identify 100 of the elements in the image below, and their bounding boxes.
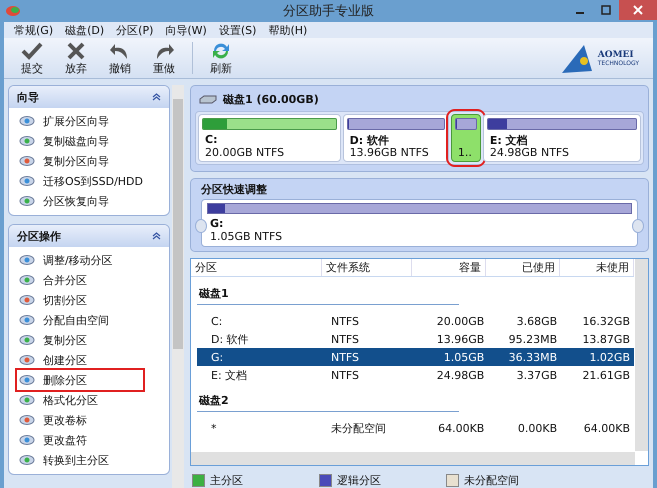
disk-icon bbox=[19, 195, 35, 207]
table-cell-text: 16.32GB bbox=[581, 314, 631, 328]
toolbar-button[interactable]: 撤销 bbox=[98, 40, 142, 76]
column-header[interactable]: 未使用 bbox=[560, 259, 634, 276]
disk-icon bbox=[19, 394, 35, 406]
table-cell-text: NTFS bbox=[330, 368, 360, 382]
collapse-chevron-icon[interactable] bbox=[152, 232, 161, 240]
sidebar-item[interactable]: 格式化分区 bbox=[17, 390, 143, 410]
resize-handle[interactable] bbox=[632, 219, 644, 233]
table-row[interactable]: D: 软件 NTFS 13.96GB 95.23MB 13.87GB bbox=[197, 330, 634, 348]
sidebar-item[interactable]: 调整/移动分区 bbox=[17, 250, 143, 270]
sidebar-item[interactable]: 迁移OS到SSD/HDD bbox=[17, 171, 143, 191]
menu-item[interactable]: 磁盘(D) bbox=[63, 22, 106, 38]
table-cell-text: * bbox=[210, 422, 218, 434]
sidebar-item[interactable]: 切割分区 bbox=[17, 290, 143, 310]
legend-label: 逻辑分区 bbox=[337, 472, 381, 488]
partition-block[interactable]: E: 文档 24.98GB NTFS bbox=[482, 114, 641, 162]
table-cell-text: E: 文档 bbox=[210, 368, 248, 382]
menu-item[interactable]: 分区(P) bbox=[114, 22, 156, 38]
panel-title: 向导 bbox=[17, 90, 39, 104]
resize-handle[interactable] bbox=[195, 219, 207, 233]
table-cell-text: 64.00KB bbox=[437, 422, 486, 434]
cross-icon bbox=[65, 40, 87, 60]
partition-name: E: 文档 bbox=[490, 133, 529, 146]
table-cell-text: 95.23MB bbox=[508, 332, 558, 346]
partition-size: 1.05GB NTFS bbox=[210, 230, 284, 243]
table-cell-text: 1.05GB bbox=[442, 350, 486, 364]
table-cell-text: C: bbox=[210, 314, 224, 328]
sidebar-item[interactable]: 分区恢复向导 bbox=[17, 191, 143, 211]
column-header[interactable]: 分区 bbox=[191, 259, 322, 276]
disk-icon bbox=[19, 274, 35, 286]
maximize-icon bbox=[601, 5, 611, 15]
legend-label: 未分配空间 bbox=[464, 472, 519, 488]
sidebar-item[interactable]: 创建分区 bbox=[17, 350, 143, 370]
toolbar-button[interactable]: 刷新 bbox=[199, 40, 243, 76]
collapse-chevron-icon[interactable] bbox=[152, 93, 161, 101]
table-cell-text: NTFS bbox=[330, 350, 360, 364]
toolbar-button[interactable]: 重做 bbox=[142, 40, 186, 76]
table-cell-text: 24.98GB bbox=[436, 368, 486, 382]
partition-name: C: bbox=[205, 133, 218, 146]
table-row[interactable]: C: NTFS 20.00GB 3.68GB 16.32GB bbox=[197, 312, 634, 330]
close-icon bbox=[633, 5, 643, 15]
sidebar-item[interactable]: 更改卷标 bbox=[17, 410, 143, 430]
table-cell-text: 21.61GB bbox=[581, 368, 631, 382]
table-cell-text: 64.00KB bbox=[582, 422, 631, 434]
partition-name: D: 软件 bbox=[350, 133, 390, 146]
table-cell-text: 未分配空间 bbox=[330, 420, 387, 436]
sidebar-item[interactable]: 删除分区 bbox=[17, 370, 143, 390]
checkmark-icon bbox=[21, 40, 43, 60]
table-cell-text: D: 软件 bbox=[210, 332, 250, 346]
partition-size: 13.96GB NTFS bbox=[350, 146, 430, 159]
scrollbar[interactable] bbox=[191, 452, 635, 465]
partition-size: 20.00GB NTFS bbox=[205, 146, 286, 159]
disk-icon bbox=[19, 354, 35, 366]
table-cell-text: NTFS bbox=[330, 314, 360, 328]
menu-item[interactable]: 常规(G) bbox=[12, 22, 56, 38]
group-title: 磁盘2 bbox=[199, 394, 229, 407]
disk-icon bbox=[19, 294, 35, 306]
disk-icon bbox=[19, 414, 35, 426]
partition-name: G: bbox=[210, 217, 224, 230]
disk-icon bbox=[19, 374, 35, 386]
app-logo-icon bbox=[5, 5, 21, 17]
disk-icon bbox=[19, 334, 35, 346]
column-header[interactable]: 容量 bbox=[412, 259, 486, 276]
hard-drive-icon bbox=[199, 95, 217, 104]
table-cell-text: 13.87GB bbox=[581, 332, 631, 346]
table-cell-text: 0.00KB bbox=[516, 422, 558, 434]
toolbar-button[interactable]: 提交 bbox=[10, 40, 54, 76]
menu-item[interactable]: 向导(W) bbox=[163, 22, 209, 38]
disk-icon bbox=[19, 155, 35, 167]
disk-icon bbox=[19, 434, 35, 446]
column-header[interactable]: 文件系统 bbox=[322, 259, 412, 276]
partition-block[interactable]: C: 20.00GB NTFS bbox=[198, 114, 341, 162]
menu-item[interactable]: 设置(S) bbox=[216, 22, 258, 38]
toolbar-button[interactable]: 放弃 bbox=[54, 40, 98, 76]
table-cell-text: 36.33MB bbox=[508, 350, 558, 364]
scrollbar[interactable] bbox=[172, 85, 184, 488]
menu-item[interactable]: 帮助(H) bbox=[266, 22, 310, 38]
disk-icon bbox=[19, 135, 35, 147]
column-header[interactable]: 已使用 bbox=[486, 259, 560, 276]
group-title: 磁盘1 bbox=[199, 287, 229, 300]
window-title: 分区助手专业版 bbox=[282, 3, 375, 20]
sidebar-item[interactable]: 转换到主分区 bbox=[17, 450, 143, 470]
table-row[interactable]: G: NTFS 1.05GB 36.33MB 1.02GB bbox=[197, 348, 634, 366]
scrollbar[interactable] bbox=[635, 259, 648, 451]
sidebar-item[interactable]: 复制分区 bbox=[17, 330, 143, 350]
sidebar-item[interactable]: 分配自由空间 bbox=[17, 310, 143, 330]
sidebar-item[interactable]: 更改盘符 bbox=[17, 430, 143, 450]
partition-size: 24.98GB NTFS bbox=[490, 146, 570, 159]
logo-name: AOMEI bbox=[598, 50, 635, 60]
disk-icon bbox=[19, 254, 35, 266]
table-row[interactable]: E: 文档 NTFS 24.98GB 3.37GB 21.61GB bbox=[197, 366, 634, 384]
close-button[interactable] bbox=[619, 0, 657, 20]
partition-block[interactable]: D: 软件 13.96GB NTFS bbox=[342, 114, 449, 162]
disk-icon bbox=[19, 175, 35, 187]
sidebar-item[interactable]: 复制磁盘向导 bbox=[17, 131, 143, 151]
sidebar-item[interactable]: 复制分区向导 bbox=[17, 151, 143, 171]
sidebar-item[interactable]: 合并分区 bbox=[17, 270, 143, 290]
sidebar-item[interactable]: 扩展分区向导 bbox=[17, 111, 143, 131]
table-row[interactable]: * 未分配空间 64.00KB 0.00KB 64.00KB bbox=[197, 419, 634, 437]
